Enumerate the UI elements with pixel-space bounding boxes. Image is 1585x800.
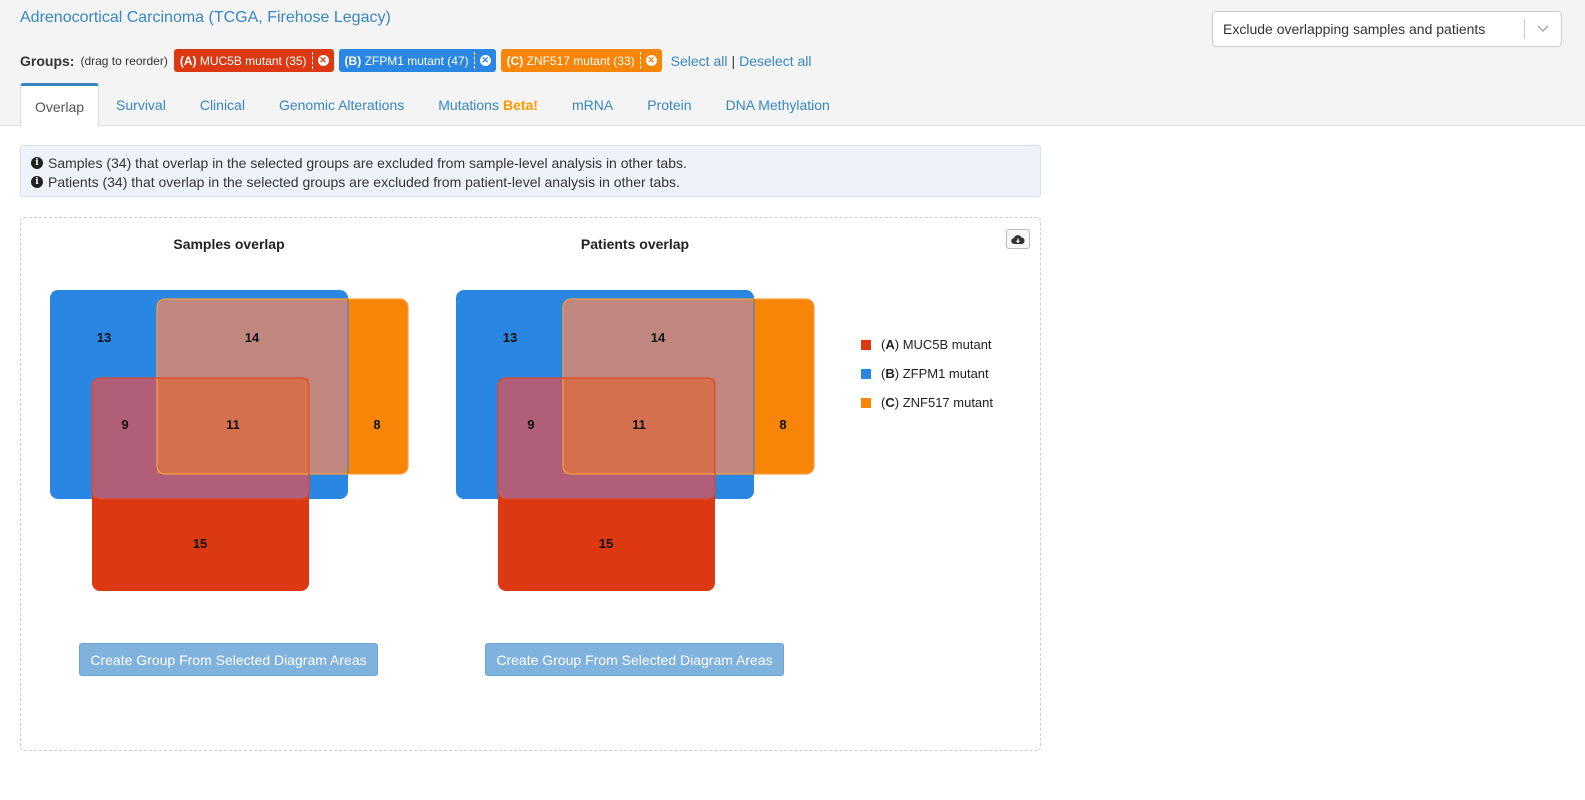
legend-label: ZFPM1 mutant bbox=[902, 366, 989, 381]
count-b-c[interactable]: 14 bbox=[245, 330, 260, 345]
chip-divider bbox=[639, 52, 641, 69]
count-c-only[interactable]: 8 bbox=[373, 417, 380, 432]
exclude-overlap-select[interactable]: Exclude overlapping samples and patients bbox=[1212, 11, 1562, 47]
info-line-patients: i Patients (34) that overlap in the sele… bbox=[31, 172, 1030, 191]
count-a-b[interactable]: 9 bbox=[527, 417, 534, 432]
chip-letter: (A) bbox=[179, 53, 197, 68]
info-line-samples: i Samples (34) that overlap in the selec… bbox=[31, 153, 1030, 172]
tab-overlap[interactable]: Overlap bbox=[20, 83, 100, 127]
tab-mrna[interactable]: mRNA bbox=[555, 83, 630, 126]
chip-letter: (B) bbox=[344, 53, 362, 68]
drag-hint: (drag to reorder) bbox=[80, 53, 168, 68]
link-separator: | bbox=[731, 52, 736, 69]
study-title-link[interactable]: Adrenocortical Carcinoma (TCGA, Firehose… bbox=[20, 9, 391, 27]
tab-clinical[interactable]: Clinical bbox=[183, 83, 262, 126]
chip-letter: (C) bbox=[506, 53, 524, 68]
create-group-button-patients[interactable]: Create Group From Selected Diagram Areas bbox=[485, 643, 784, 676]
legend-swatch bbox=[861, 339, 871, 350]
page-header: Adrenocortical Carcinoma (TCGA, Firehose… bbox=[0, 0, 1585, 127]
count-b-only[interactable]: 13 bbox=[503, 330, 517, 345]
count-c-only[interactable]: 8 bbox=[779, 417, 786, 432]
tab-mutations-label: Mutations bbox=[438, 96, 499, 113]
chip-divider bbox=[311, 52, 313, 69]
chevron-down-icon[interactable] bbox=[1525, 22, 1561, 36]
info-text-patients: Patients (34) that overlap in the select… bbox=[48, 173, 680, 190]
patients-venn-diagram: 13 14 9 11 8 15 bbox=[456, 290, 815, 591]
legend-letter: B bbox=[885, 366, 895, 381]
beta-badge: Beta! bbox=[502, 96, 538, 113]
chip-name: MUC5B mutant (35) bbox=[199, 53, 307, 68]
legend-item-a: (A) MUC5B mutant bbox=[861, 330, 993, 359]
group-chip-b[interactable]: (B) ZFPM1 mutant (47) ✕ bbox=[338, 49, 496, 72]
overlap-info-box: i Samples (34) that overlap in the selec… bbox=[20, 145, 1041, 197]
tab-protein[interactable]: Protein bbox=[630, 83, 708, 126]
legend-swatch bbox=[861, 397, 871, 408]
chip-name: ZNF517 mutant (33) bbox=[526, 53, 635, 68]
legend-letter: A bbox=[885, 337, 895, 352]
venn-legend: (A) MUC5B mutant (B) ZFPM1 mutant (C) ZN… bbox=[861, 330, 993, 417]
legend-item-c: (C) ZNF517 mutant bbox=[861, 388, 993, 417]
close-icon[interactable]: ✕ bbox=[479, 55, 491, 66]
count-b-c[interactable]: 14 bbox=[651, 330, 666, 345]
count-a-b-c[interactable]: 11 bbox=[632, 417, 646, 432]
groups-row: Groups: (drag to reorder) (A) MUC5B muta… bbox=[20, 49, 811, 72]
chip-name: ZFPM1 mutant (47) bbox=[364, 53, 469, 68]
legend-item-b: (B) ZFPM1 mutant bbox=[861, 359, 993, 388]
close-icon[interactable]: ✕ bbox=[317, 55, 329, 66]
select-value: Exclude overlapping samples and patients bbox=[1223, 21, 1486, 37]
legend-label: MUC5B mutant bbox=[902, 337, 992, 352]
count-a-b[interactable]: 9 bbox=[121, 417, 128, 432]
selection-links: Select all | Deselect all bbox=[671, 53, 812, 69]
close-icon[interactable]: ✕ bbox=[645, 55, 657, 66]
select-all-link[interactable]: Select all bbox=[671, 53, 728, 69]
info-circle-icon: i bbox=[31, 175, 43, 188]
samples-venn-diagram: 13 14 9 11 8 15 bbox=[50, 290, 409, 591]
legend-swatch bbox=[861, 368, 871, 379]
legend-letter: C bbox=[885, 395, 895, 410]
legend-label: ZNF517 mutant bbox=[902, 395, 994, 410]
deselect-all-link[interactable]: Deselect all bbox=[739, 53, 811, 69]
chip-divider bbox=[473, 52, 475, 69]
info-text-samples: Samples (34) that overlap in the selecte… bbox=[48, 154, 687, 171]
count-a-only[interactable]: 15 bbox=[193, 536, 207, 551]
download-button[interactable] bbox=[1006, 229, 1030, 249]
tab-dna-methylation[interactable]: DNA Methylation bbox=[709, 83, 847, 126]
count-a-only[interactable]: 15 bbox=[599, 536, 613, 551]
group-chip-a[interactable]: (A) MUC5B mutant (35) ✕ bbox=[173, 49, 334, 72]
count-b-only[interactable]: 13 bbox=[97, 330, 111, 345]
info-circle-icon: i bbox=[31, 156, 43, 169]
tab-genomic-alterations[interactable]: Genomic Alterations bbox=[262, 83, 421, 126]
cloud-download-icon bbox=[1011, 234, 1025, 244]
tab-bar: Overlap Survival Clinical Genomic Altera… bbox=[20, 83, 847, 127]
tab-mutations[interactable]: Mutations Beta! bbox=[421, 83, 555, 126]
group-chip-c[interactable]: (C) ZNF517 mutant (33) ✕ bbox=[500, 49, 662, 72]
tab-survival[interactable]: Survival bbox=[99, 83, 183, 126]
count-a-b-c[interactable]: 11 bbox=[226, 417, 240, 432]
overlap-panel: Samples overlap 13 14 9 11 8 15 Create G… bbox=[20, 217, 1041, 751]
create-group-button-samples[interactable]: Create Group From Selected Diagram Areas bbox=[79, 643, 378, 676]
groups-label: Groups: bbox=[20, 52, 75, 69]
